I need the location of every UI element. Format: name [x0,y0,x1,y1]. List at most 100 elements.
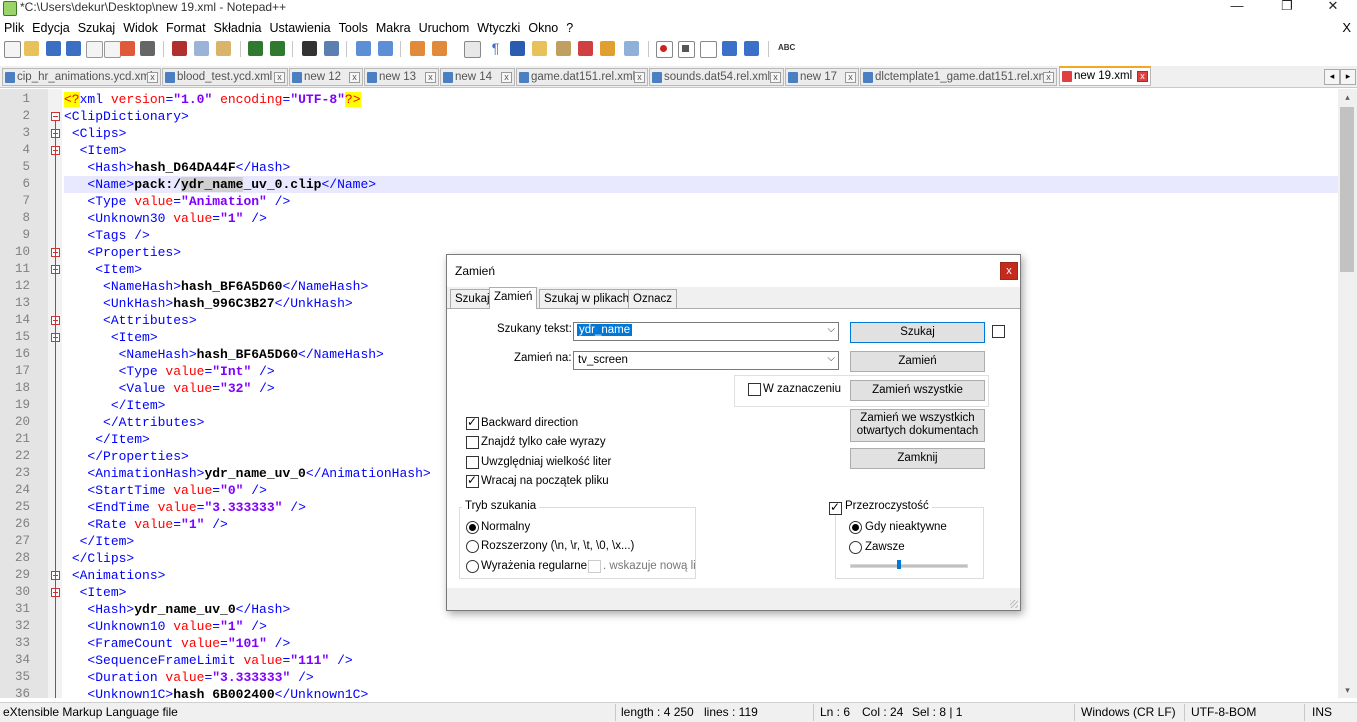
zoom-in-icon[interactable] [356,41,371,56]
match-case-checkbox[interactable] [466,456,479,469]
stop-macro-icon[interactable] [678,41,695,58]
folder-as-workspace-icon[interactable] [600,41,615,56]
sync-vertical-icon[interactable] [410,41,425,56]
code-line[interactable]: 1 <?xml version="1.0" encoding="UTF-8"?> [0,91,1338,108]
search-mode-normal-radio[interactable] [466,521,479,534]
function-list-icon[interactable] [578,41,593,56]
code-line[interactable]: 5 <Hash>hash_D64DA44F</Hash> [0,159,1338,176]
save-all-icon[interactable] [66,41,81,56]
tab-close-icon[interactable]: x [425,72,436,83]
save-macro-icon[interactable] [744,41,759,56]
close-document-button[interactable]: X [1342,18,1351,38]
code-line[interactable]: 32 <Unknown10 value="1" /> [0,618,1338,635]
code-line[interactable]: 9 <Tags /> [0,227,1338,244]
run-macro-multiple-icon[interactable] [722,41,737,56]
menu-plik[interactable]: Plik [0,18,28,38]
zoom-out-icon[interactable] [378,41,393,56]
menu-help[interactable]: ? [562,18,577,38]
tab-scroll-right-icon[interactable]: ▸ [1340,69,1356,85]
maximize-button[interactable]: ❐ [1272,0,1302,14]
backward-direction-checkbox[interactable] [466,415,479,430]
code-line[interactable]: 7 <Type value="Animation" /> [0,193,1338,210]
find-next-button[interactable]: Szukaj [850,322,985,343]
transparency-checkbox[interactable] [829,500,842,515]
code-line[interactable]: 35 <Duration value="3.333333" /> [0,669,1338,686]
menu-skladnia[interactable]: Składnia [210,18,266,38]
dialog-close-button[interactable]: x [1000,262,1018,280]
indent-guide-icon[interactable] [510,41,525,56]
code-line[interactable]: 36 <Unknown1C>hash_6B002400</Unknown1C> [0,686,1338,698]
code-line[interactable]: 3 <Clips> [0,125,1338,142]
tab-close-icon[interactable]: x [274,72,285,83]
in-selection-checkbox[interactable] [748,383,761,396]
tab-close-icon[interactable]: x [845,72,856,83]
chevron-down-icon[interactable]: ⌵ [827,324,835,335]
menu-tools[interactable]: Tools [335,18,372,38]
dialog-tab-szukaj-w-plikach[interactable]: Szukaj w plikach [539,289,635,308]
replace-button[interactable]: Zamień [850,351,985,372]
menu-edycja[interactable]: Edycja [28,18,74,38]
close-all-icon[interactable] [104,41,121,58]
tab-game-dat151[interactable]: game.dat151.rel.xml x [516,68,648,86]
close-window-button[interactable]: ✕ [1318,0,1348,14]
menu-format[interactable]: Format [162,18,210,38]
tab-sounds-dat54[interactable]: sounds.dat54.rel.xml x [649,68,784,86]
menu-wtyczki[interactable]: Wtyczki [473,18,524,38]
tab-new-17[interactable]: new 17 x [785,68,859,86]
minimize-button[interactable]: — [1222,0,1252,14]
find-what-input[interactable]: ydr_name ⌵ [573,322,839,341]
tab-blood-test[interactable]: blood_test.ycd.xml x [162,68,288,86]
tab-close-icon[interactable]: x [349,72,360,83]
dialog-tab-szukaj[interactable]: Szukaj [450,289,495,308]
tab-new-19[interactable]: new 19.xml x [1059,66,1151,86]
code-line[interactable]: 2 <ClipDictionary> [0,108,1338,125]
scroll-up-icon[interactable]: ▴ [1338,89,1357,105]
paste-icon[interactable] [216,41,231,56]
menu-ustawienia[interactable]: Ustawienia [266,18,335,38]
tab-close-icon[interactable]: x [1043,72,1054,83]
doc-map-icon[interactable] [556,41,571,56]
tab-new-14[interactable]: new 14 x [440,68,515,86]
whole-word-checkbox[interactable] [466,436,479,449]
tab-new-13[interactable]: new 13 x [364,68,439,86]
code-line[interactable]: 6 <Name>pack:/ydr_name_uv_0.clip</Name> [0,176,1338,193]
search-mode-extended-radio[interactable] [466,540,479,553]
new-file-icon[interactable] [4,41,21,58]
code-line[interactable]: 4 <Item> [0,142,1338,159]
show-all-characters-icon[interactable]: ¶ [488,41,503,56]
vertical-scrollbar[interactable]: ▴ ▾ [1338,89,1357,698]
menu-makra[interactable]: Makra [372,18,415,38]
replace-with-input[interactable]: tv_screen ⌵ [573,351,839,370]
word-wrap-icon[interactable] [464,41,481,58]
copy-icon[interactable] [194,41,209,56]
print-preview-icon[interactable] [120,41,135,56]
extra-option-checkbox[interactable] [992,325,1005,338]
menu-okno[interactable]: Okno [524,18,562,38]
close-file-icon[interactable] [86,41,103,58]
search-mode-regex-radio[interactable] [466,560,479,573]
transparency-slider-thumb[interactable] [896,560,901,569]
open-file-icon[interactable] [24,41,39,56]
dot-matches-newline-checkbox[interactable] [588,560,601,573]
find-icon[interactable] [302,41,317,56]
menu-widok[interactable]: Widok [119,18,162,38]
tab-close-icon[interactable]: x [1137,71,1148,82]
tab-cip-hr-animations[interactable]: cip_hr_animations.ycd.xml x [2,68,161,86]
tab-new-12[interactable]: new 12 x [289,68,363,86]
transparency-always-radio[interactable] [849,541,862,554]
resize-grip-icon[interactable] [1010,600,1018,608]
code-line[interactable]: 34 <SequenceFrameLimit value="111" /> [0,652,1338,669]
play-macro-icon[interactable] [700,41,717,58]
tab-close-icon[interactable]: x [634,72,645,83]
tab-close-icon[interactable]: x [147,72,158,83]
menu-szukaj[interactable]: Szukaj [74,18,120,38]
replace-all-button[interactable]: Zamień wszystkie [850,380,985,401]
tab-dlctemplate1-game[interactable]: dlctemplate1_game.dat151.rel.xml x [860,68,1057,86]
tab-close-icon[interactable]: x [501,72,512,83]
redo-icon[interactable] [270,41,285,56]
undo-icon[interactable] [248,41,263,56]
wrap-around-checkbox[interactable] [466,473,479,488]
print-icon[interactable] [140,41,155,56]
cut-icon[interactable] [172,41,187,56]
chevron-down-icon[interactable]: ⌵ [827,353,835,364]
